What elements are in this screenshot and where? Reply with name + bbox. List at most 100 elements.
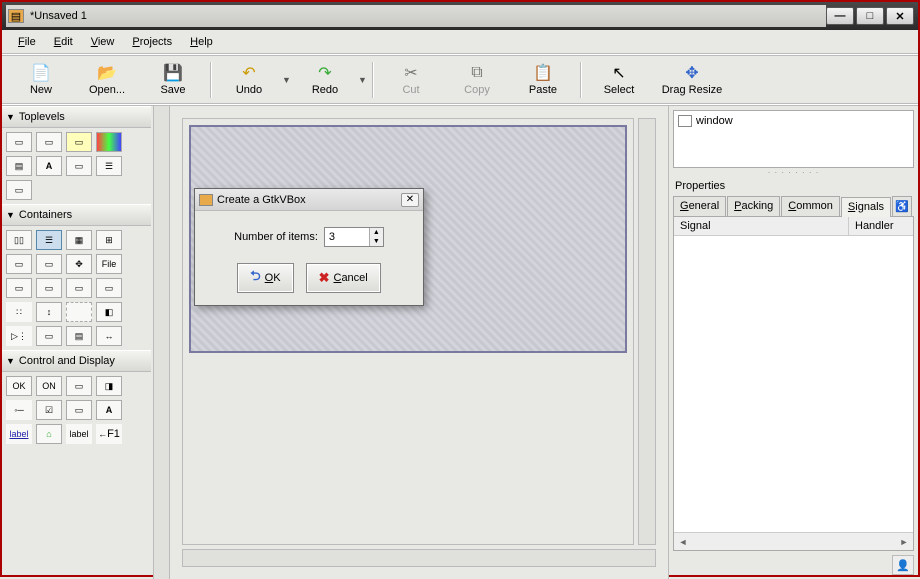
canvas-vscrollbar[interactable] xyxy=(638,118,656,545)
copy-button[interactable]: ⧉Copy xyxy=(444,58,510,102)
widget-item[interactable]: ▭ xyxy=(66,376,92,396)
widget-item[interactable]: File xyxy=(96,254,122,274)
col-handler[interactable]: Handler xyxy=(849,217,913,235)
widget-palette: ▼Toplevels ▭ ▭ ▭ ▤ A ▭ ☰ ▭ ▼Containers ▯… xyxy=(2,106,170,579)
widget-item[interactable]: ▭ xyxy=(66,400,92,420)
spin-down[interactable]: ▼ xyxy=(369,237,383,246)
widget-item[interactable]: ⊞ xyxy=(96,230,122,250)
widget-item[interactable]: ▭ xyxy=(6,254,32,274)
save-button[interactable]: 💾Save xyxy=(140,58,206,102)
cut-icon: ✂ xyxy=(401,63,421,83)
tab-accessibility[interactable]: ♿ xyxy=(892,196,912,216)
widget-item[interactable] xyxy=(96,132,122,152)
col-signal[interactable]: Signal xyxy=(674,217,849,235)
widget-item[interactable]: ▭ xyxy=(66,278,92,298)
widget-item[interactable]: ▭ xyxy=(66,156,92,176)
dialog-titlebar[interactable]: Create a GtkVBox ✕ xyxy=(195,189,423,211)
widget-item[interactable]: ▭ xyxy=(36,254,62,274)
tab-signals[interactable]: Signals xyxy=(841,197,891,217)
move-icon: ✥ xyxy=(682,63,702,83)
widget-tree[interactable]: window xyxy=(673,110,914,168)
ok-icon: ⮌ xyxy=(250,267,260,289)
cancel-button[interactable]: ✖Cancel xyxy=(306,263,381,293)
widget-item[interactable]: ◧ xyxy=(96,302,122,322)
widget-item[interactable] xyxy=(66,302,92,322)
cut-button[interactable]: ✂Cut xyxy=(378,58,444,102)
widget-item[interactable]: ▦ xyxy=(66,230,92,250)
widget-item[interactable]: ☑ xyxy=(36,400,62,420)
close-button[interactable]: ✕ xyxy=(886,7,914,25)
select-button[interactable]: ↖Select xyxy=(586,58,652,102)
widget-item[interactable]: ↕ xyxy=(36,302,62,322)
ok-button[interactable]: ⮌OK xyxy=(237,263,293,293)
redo-button[interactable]: ↷Redo xyxy=(292,58,358,102)
maximize-button[interactable]: □ xyxy=(856,7,884,25)
widget-item[interactable]: ☰ xyxy=(96,156,122,176)
minimize-button[interactable]: — xyxy=(826,7,854,25)
widget-item[interactable]: ⌂ xyxy=(36,424,62,444)
tree-item-window[interactable]: window xyxy=(696,115,733,127)
widget-item[interactable]: label xyxy=(66,424,92,444)
widget-item[interactable]: ▭ xyxy=(6,180,32,200)
signals-hscrollbar[interactable]: ◄► xyxy=(674,532,913,550)
widget-item[interactable]: ↔ xyxy=(96,326,122,346)
save-icon: 💾 xyxy=(163,63,183,83)
open-button[interactable]: 📂Open... xyxy=(74,58,140,102)
widget-item[interactable]: ▯▯ xyxy=(6,230,32,250)
tab-common[interactable]: Common xyxy=(781,196,840,216)
copy-icon: ⧉ xyxy=(467,63,487,83)
paste-button[interactable]: 📋Paste xyxy=(510,58,576,102)
section-containers[interactable]: ▼Containers xyxy=(2,204,151,226)
widget-item[interactable]: ✥ xyxy=(66,254,92,274)
widget-item[interactable]: ON xyxy=(36,376,62,396)
widget-item[interactable]: ▷⋮ xyxy=(6,326,32,346)
widget-item[interactable]: A xyxy=(36,156,62,176)
window-titlebar: ▤ *Unsaved 1 — □ ✕ xyxy=(2,2,918,30)
widget-item[interactable]: ▭ xyxy=(66,132,92,152)
spin-up[interactable]: ▲ xyxy=(369,228,383,237)
menu-projects[interactable]: Projects xyxy=(124,34,180,50)
widget-item[interactable]: ▭ xyxy=(6,132,32,152)
cancel-icon: ✖ xyxy=(319,270,330,286)
redo-dropdown[interactable]: ▼ xyxy=(358,75,368,85)
palette-scrollbar[interactable] xyxy=(153,106,169,579)
menu-edit[interactable]: Edit xyxy=(46,34,81,50)
menu-help[interactable]: Help xyxy=(182,34,221,50)
canvas-hscrollbar[interactable] xyxy=(182,549,656,567)
widget-item[interactable]: ▭ xyxy=(6,278,32,298)
status-user-icon[interactable]: 👤 xyxy=(892,555,914,575)
undo-dropdown[interactable]: ▼ xyxy=(282,75,292,85)
widget-item[interactable]: ▭ xyxy=(36,278,62,298)
widget-item[interactable]: ▤ xyxy=(6,156,32,176)
design-canvas[interactable] xyxy=(182,118,634,545)
new-button[interactable]: 📄New xyxy=(8,58,74,102)
section-control[interactable]: ▼Control and Display xyxy=(2,350,151,372)
widget-item[interactable]: ▭ xyxy=(36,132,62,152)
menu-file[interactable]: File xyxy=(10,34,44,50)
widget-item[interactable]: OK xyxy=(6,376,32,396)
signals-body[interactable] xyxy=(674,236,913,532)
tab-packing[interactable]: Packing xyxy=(727,196,780,216)
dialog-close-button[interactable]: ✕ xyxy=(401,193,419,207)
widget-item[interactable]: ☰ xyxy=(36,230,62,250)
items-spinbox[interactable]: ▲▼ xyxy=(324,227,384,247)
widget-item[interactable]: ▤ xyxy=(66,326,92,346)
widget-item[interactable]: ←F1 xyxy=(96,424,122,444)
drag-resize-button[interactable]: ✥Drag Resize xyxy=(652,58,732,102)
menu-view[interactable]: View xyxy=(83,34,123,50)
items-input[interactable] xyxy=(325,228,369,246)
properties-pane: window · · · · · · · · Properties Genera… xyxy=(668,106,918,579)
toolbar: 📄New 📂Open... 💾Save ↶Undo▼ ↷Redo▼ ✂Cut ⧉… xyxy=(2,56,918,104)
widget-item[interactable]: ◨ xyxy=(96,376,122,396)
menubar: File Edit View Projects Help xyxy=(2,30,918,54)
widget-item[interactable]: ▭ xyxy=(96,278,122,298)
undo-button[interactable]: ↶Undo xyxy=(216,58,282,102)
widget-item[interactable]: A xyxy=(96,400,122,420)
section-toplevels[interactable]: ▼Toplevels xyxy=(2,106,151,128)
widget-item[interactable]: ∷ xyxy=(6,302,32,322)
widget-item[interactable]: label xyxy=(6,424,32,444)
widget-item[interactable]: ◦─ xyxy=(6,400,32,420)
widget-item[interactable]: ▭ xyxy=(36,326,62,346)
pane-gripper[interactable]: · · · · · · · · xyxy=(673,168,914,176)
tab-general[interactable]: General xyxy=(673,196,726,216)
